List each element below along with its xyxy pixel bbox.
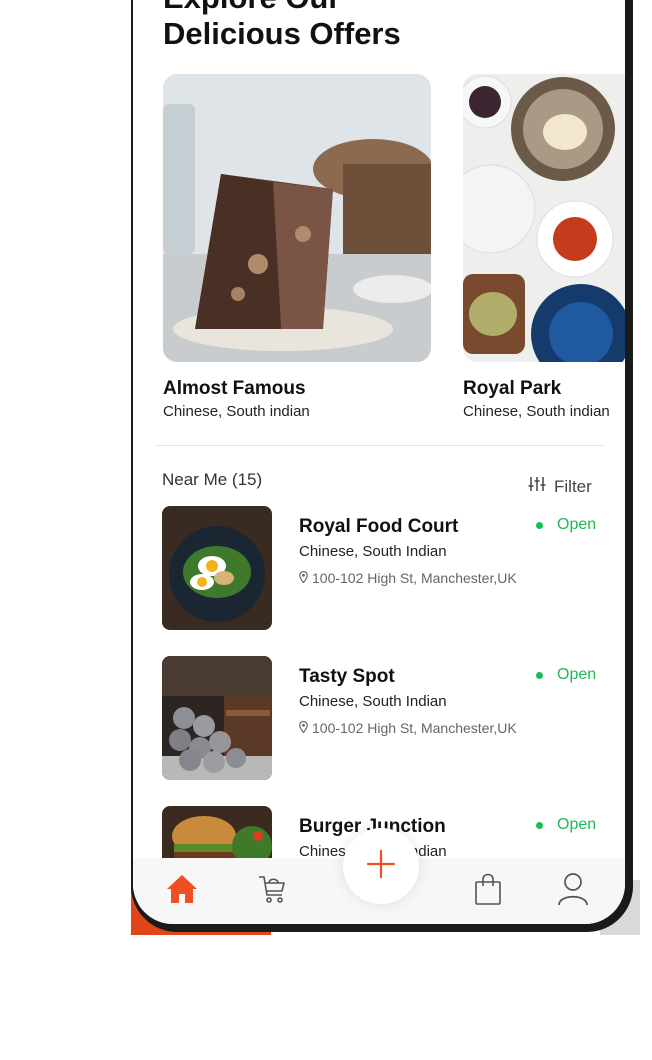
page-title: Explore Our Delicious Offers	[163, 0, 401, 51]
status-badge: Open	[536, 516, 596, 534]
location-pin-icon	[299, 720, 308, 736]
restaurant-list-item[interactable]: Tasty Spot Chinese, South Indian 100-102…	[162, 656, 602, 780]
restaurant-address: 100-102 High St, Manchester,UK	[299, 720, 517, 736]
status-dot	[536, 521, 543, 529]
offer-card[interactable]: Royal Park Chinese, South indian	[463, 74, 625, 420]
offer-cuisine: Chinese, South indian	[463, 403, 610, 420]
tab-profile[interactable]	[555, 872, 591, 911]
add-icon	[366, 849, 396, 884]
status-badge: Open	[536, 666, 596, 684]
bag-icon	[473, 872, 503, 911]
section-divider	[155, 445, 605, 446]
offer-cuisine: Chinese, South indian	[163, 403, 310, 420]
status-dot	[536, 821, 543, 829]
filter-button[interactable]: Filter	[528, 476, 592, 497]
offer-name: Almost Famous	[163, 378, 306, 399]
restaurant-name: Royal Food Court	[299, 516, 459, 537]
offers-carousel[interactable]: Almost Famous Chinese, South indian Roya…	[163, 74, 625, 424]
tab-cart[interactable]	[254, 873, 290, 909]
restaurant-image	[162, 506, 272, 630]
restaurant-name: Tasty Spot	[299, 666, 395, 687]
restaurant-cuisine: Chinese, South Indian	[299, 693, 447, 710]
restaurant-list-item[interactable]: Royal Food Court Chinese, South Indian 1…	[162, 506, 602, 630]
status-dot	[536, 671, 543, 679]
profile-icon	[557, 872, 589, 911]
location-pin-icon	[299, 570, 308, 586]
restaurant-image	[162, 656, 272, 780]
tab-bag[interactable]	[470, 873, 506, 909]
offer-card[interactable]: Almost Famous Chinese, South indian	[163, 74, 431, 420]
status-badge: Open	[536, 816, 596, 834]
offer-image	[163, 74, 431, 362]
sliders-icon	[528, 476, 546, 497]
home-icon	[165, 873, 199, 910]
cart-icon	[257, 873, 287, 910]
offer-name: Royal Park	[463, 378, 562, 399]
app-screen: Explore Our Delicious Offers	[133, 0, 625, 924]
tab-home[interactable]	[164, 873, 200, 909]
near-me-heading: Near Me (15)	[162, 470, 263, 489]
filter-label: Filter	[554, 476, 592, 496]
offer-image	[463, 74, 625, 362]
restaurant-address: 100-102 High St, Manchester,UK	[299, 570, 517, 586]
restaurant-cuisine: Chinese, South Indian	[299, 543, 447, 560]
add-button[interactable]	[343, 828, 419, 904]
